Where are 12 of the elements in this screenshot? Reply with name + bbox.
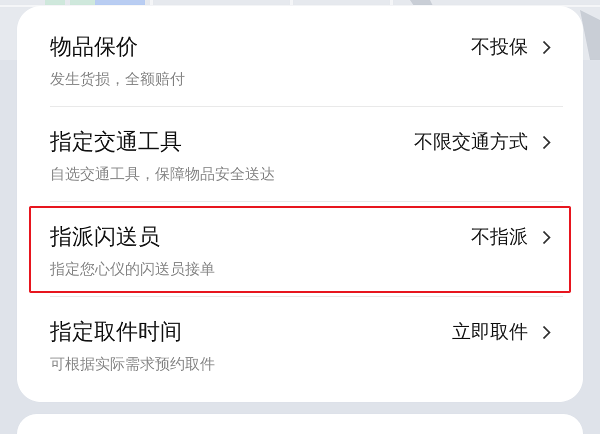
option-value[interactable]: 不投保 <box>471 34 551 60</box>
option-subtitle: 自选交通工具，保障物品安全送达 <box>50 165 276 184</box>
option-title: 物品保价 <box>50 34 138 62</box>
option-value[interactable]: 不指派 <box>471 224 551 250</box>
option-subtitle: 指定您心仪的闪送员接单 <box>50 260 216 279</box>
option-subtitle: 发生货损，全额赔付 <box>50 70 186 89</box>
option-subtitle: 可根据实际需求预约取件 <box>50 355 216 374</box>
option-value[interactable]: 不限交通方式 <box>414 129 551 155</box>
option-title: 指定取件时间 <box>50 319 182 347</box>
option-title: 指定交通工具 <box>50 129 182 157</box>
option-value[interactable]: 立即取件 <box>452 319 551 345</box>
option-title: 指派闪送员 <box>50 224 160 252</box>
